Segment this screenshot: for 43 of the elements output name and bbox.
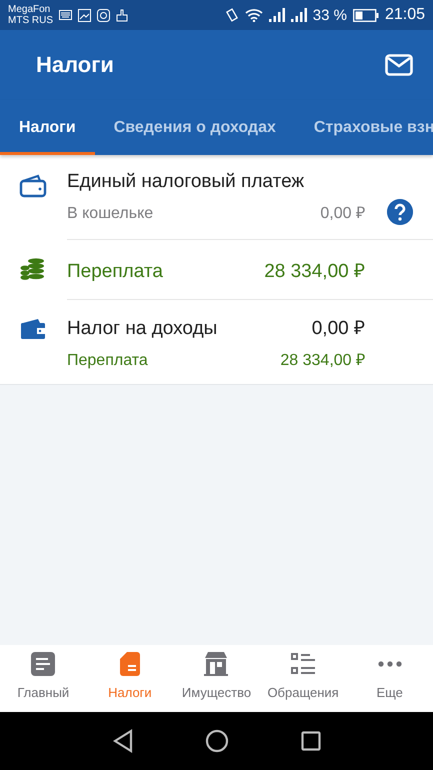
page-title: Налоги — [36, 52, 115, 78]
camera-icon — [97, 8, 110, 22]
mail-icon[interactable] — [385, 54, 413, 76]
item-label: Налог на доходы — [67, 318, 218, 340]
vibrate-icon — [224, 8, 239, 22]
more-icon — [378, 661, 402, 667]
clock-time: 21:05 — [384, 6, 425, 24]
coins-icon — [20, 258, 46, 280]
wallet-icon — [18, 174, 46, 198]
recents-icon[interactable] — [300, 731, 320, 751]
nav-item[interactable]: Еще — [346, 645, 433, 712]
document-icon — [120, 652, 140, 676]
back-icon[interactable] — [112, 729, 132, 753]
battery-percent: 33 % — [312, 6, 347, 24]
wallet-icon — [20, 318, 46, 340]
signal-icon — [290, 8, 307, 22]
tab[interactable]: Сведения о доходах — [94, 100, 295, 155]
carrier-name: MTS RUS — [8, 15, 53, 26]
battery-icon — [352, 8, 379, 22]
item-label: Единый налоговый платеж — [67, 171, 306, 193]
nav-item[interactable]: Обращения — [260, 645, 346, 712]
item-label: Переплата — [67, 352, 149, 370]
amount: 0,00 ₽ — [312, 317, 365, 340]
wifi-icon — [244, 8, 263, 22]
nav-item[interactable]: Имущество — [173, 645, 260, 712]
tab[interactable]: Страховые взн — [294, 100, 433, 155]
item-label: Переплата — [67, 260, 164, 282]
signal-icon — [268, 8, 285, 22]
nav-item[interactable]: Налоги — [86, 645, 174, 712]
brush-icon — [116, 8, 128, 22]
carrier-name: MegaFon — [8, 4, 52, 15]
amount: 28 334,00 ₽ — [280, 351, 365, 370]
image-icon — [78, 8, 91, 22]
list-icon — [291, 653, 316, 675]
document-icon — [31, 652, 56, 676]
amount: 0,00 ₽ — [320, 204, 365, 223]
nav-item[interactable]: Главный — [0, 645, 87, 712]
home-icon[interactable] — [204, 729, 228, 753]
item-label: В кошельке — [67, 205, 154, 223]
amount: 28 334,00 ₽ — [264, 260, 365, 282]
help-icon[interactable] — [387, 199, 413, 225]
keyboard-icon — [59, 10, 72, 20]
building-icon — [204, 652, 228, 676]
